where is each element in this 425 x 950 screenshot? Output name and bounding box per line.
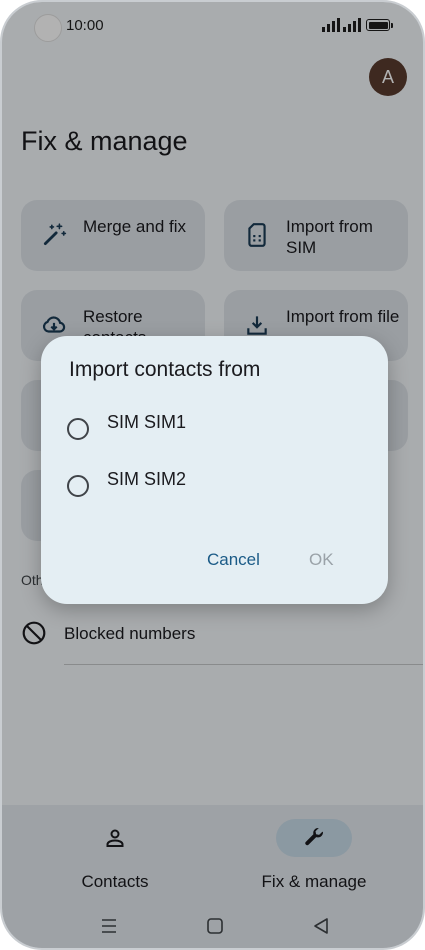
sim1-label: SIM SIM1 (107, 412, 187, 432)
sim1-radio[interactable] (67, 418, 89, 440)
sim2-label: SIM SIM2 (107, 469, 187, 489)
phone-screen: 10:00 A Fix & manage Merge and fix Impor… (0, 0, 425, 950)
sim2-option[interactable]: SIM SIM2 (65, 469, 365, 503)
import-contacts-dialog: Import contacts from SIM SIM1 SIM SIM2 C… (41, 336, 388, 604)
ok-button[interactable]: OK (309, 550, 334, 570)
sim2-radio[interactable] (67, 475, 89, 497)
sim1-option[interactable]: SIM SIM1 (65, 412, 365, 446)
cancel-button[interactable]: Cancel (207, 550, 260, 570)
dialog-title: Import contacts from (69, 358, 261, 381)
